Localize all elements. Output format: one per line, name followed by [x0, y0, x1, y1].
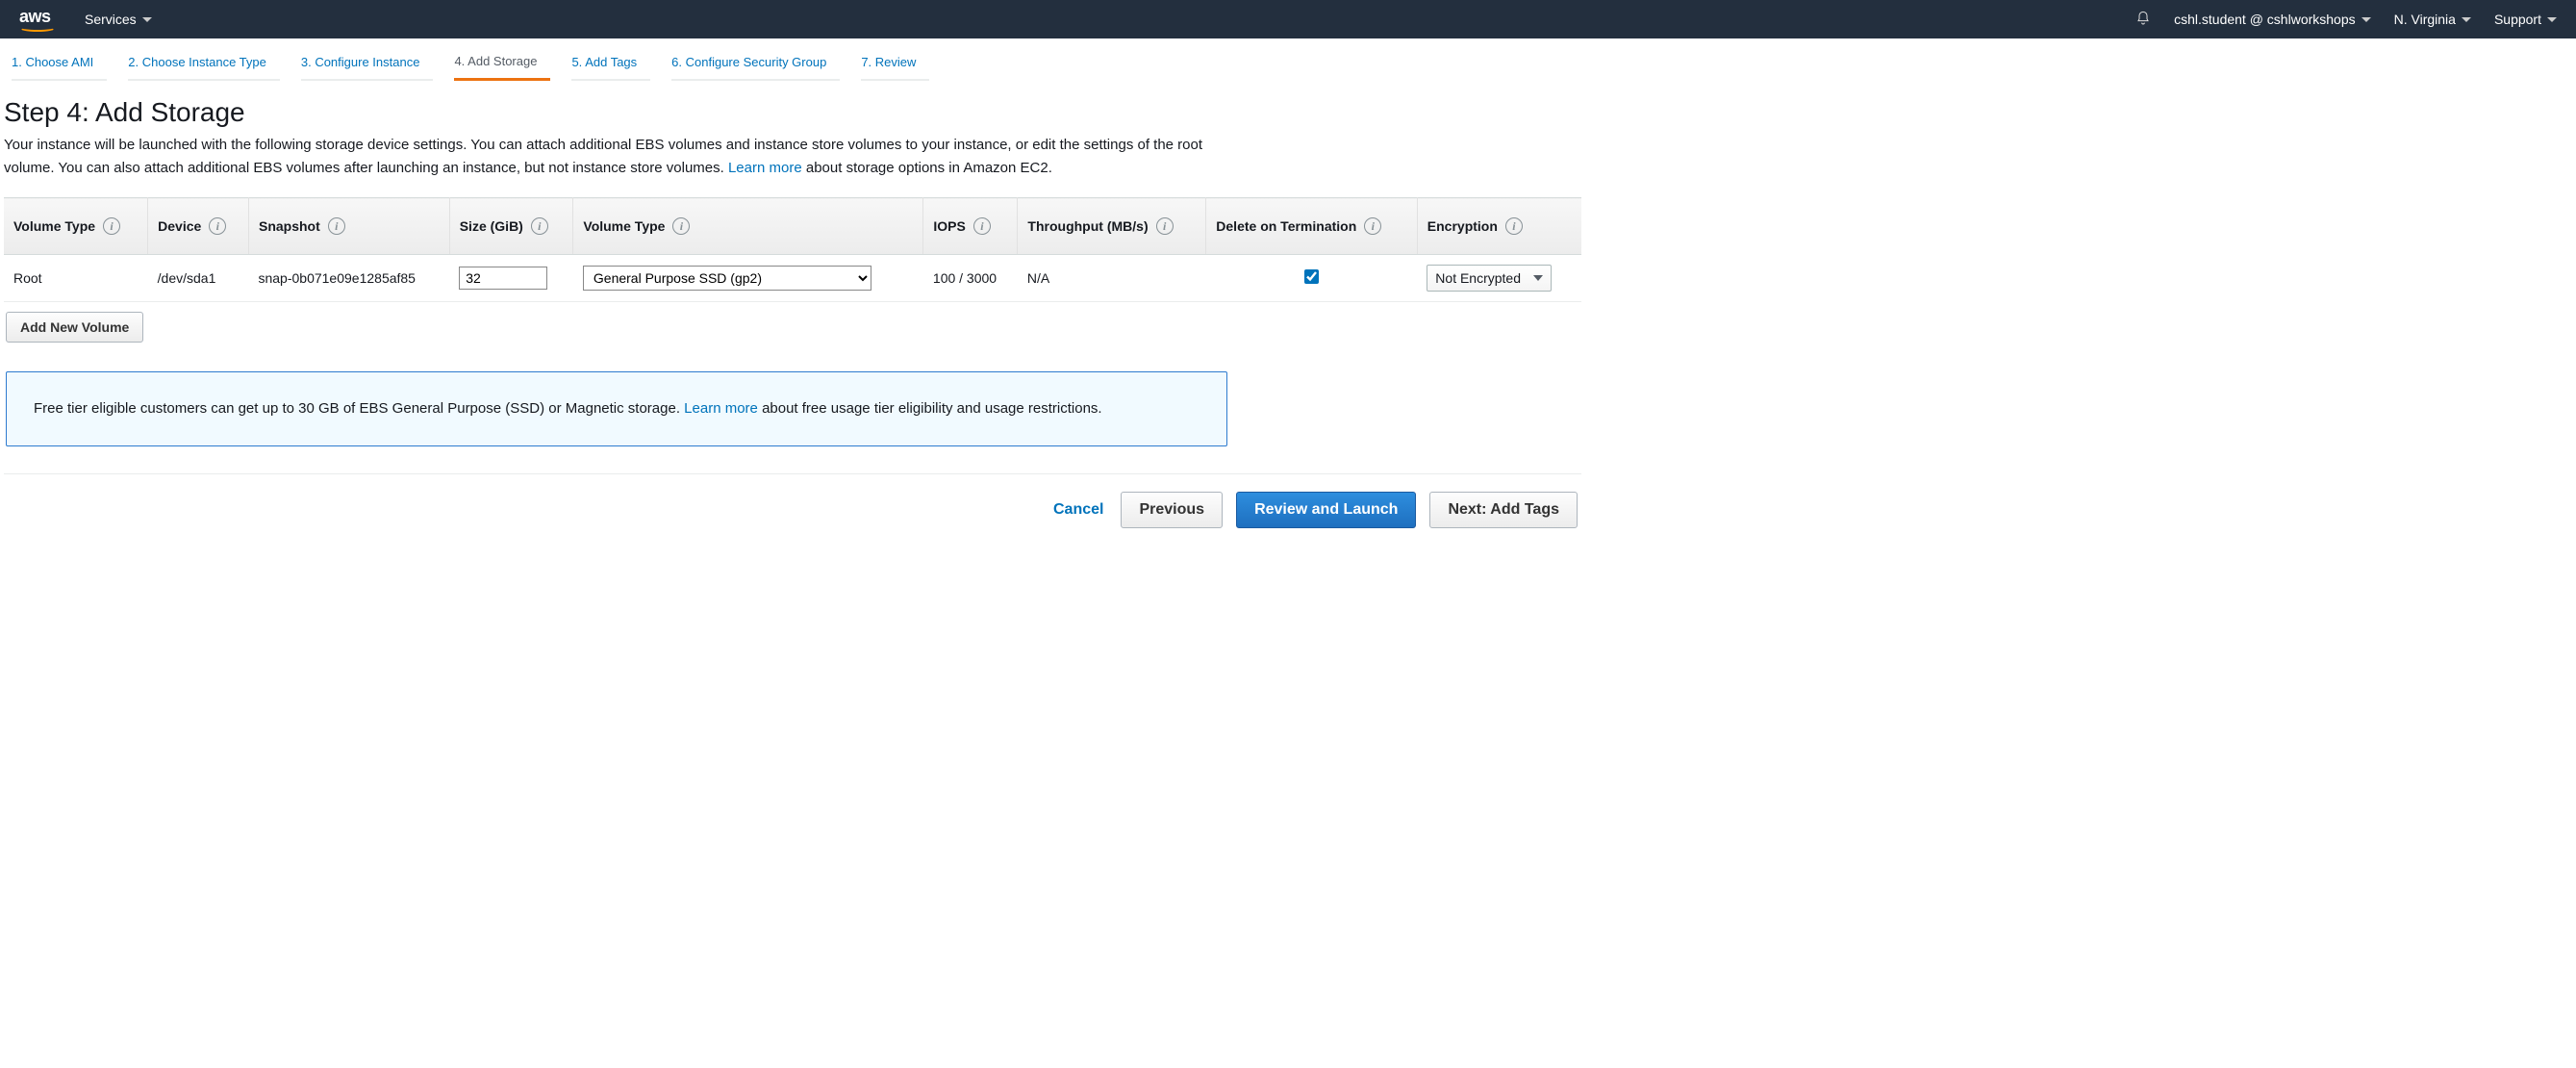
volume-type-select[interactable]: General Purpose SSD (gp2)	[583, 266, 871, 291]
info-icon[interactable]: i	[1156, 217, 1174, 235]
infobox-text-b: about free usage tier eligibility and us…	[762, 400, 1102, 417]
previous-button[interactable]: Previous	[1121, 492, 1223, 528]
account-menu[interactable]: cshl.student @ cshlworkshops	[2174, 12, 2371, 27]
review-and-launch-button[interactable]: Review and Launch	[1236, 492, 1416, 528]
size-input[interactable]	[459, 267, 547, 290]
col-iops: IOPS	[933, 218, 965, 234]
step-review[interactable]: 7. Review	[861, 49, 929, 81]
step-configure-security-group[interactable]: 6. Configure Security Group	[671, 49, 840, 81]
col-volume-type: Volume Type	[583, 218, 665, 234]
step-add-storage: 4. Add Storage	[454, 48, 550, 81]
step-configure-instance[interactable]: 3. Configure Instance	[301, 49, 434, 81]
cancel-button[interactable]: Cancel	[1049, 494, 1107, 526]
caret-down-icon	[2462, 17, 2471, 22]
top-nav: aws Services cshl.student @ cshlworkshop…	[0, 0, 2576, 38]
region-label: N. Virginia	[2394, 12, 2456, 27]
storage-table: Volume Typei Devicei Snapshoti Size (GiB…	[4, 197, 1581, 302]
info-icon[interactable]: i	[672, 217, 690, 235]
row-iops: 100 / 3000	[923, 255, 1018, 302]
support-menu[interactable]: Support	[2494, 12, 2557, 27]
account-label: cshl.student @ cshlworkshops	[2174, 12, 2356, 27]
col-delete-on-term: Delete on Termination	[1216, 218, 1356, 234]
caret-down-icon	[2361, 17, 2371, 22]
bell-icon	[2135, 11, 2151, 26]
caret-down-icon	[1533, 275, 1543, 281]
learn-more-link[interactable]: Learn more	[728, 160, 802, 176]
col-snapshot: Snapshot	[259, 218, 320, 234]
encryption-select[interactable]: Not Encrypted	[1427, 265, 1552, 292]
info-icon[interactable]: i	[1364, 217, 1381, 235]
step-choose-ami[interactable]: 1. Choose AMI	[12, 49, 107, 81]
support-label: Support	[2494, 12, 2541, 27]
delete-on-term-checkbox[interactable]	[1304, 269, 1319, 284]
encryption-value: Not Encrypted	[1435, 270, 1521, 286]
notifications-button[interactable]	[2135, 11, 2151, 29]
add-new-volume-button[interactable]: Add New Volume	[6, 312, 143, 343]
info-icon[interactable]: i	[103, 217, 120, 235]
aws-logo-text: aws	[19, 7, 56, 27]
table-header-row: Volume Typei Devicei Snapshoti Size (GiB…	[4, 198, 1581, 255]
step-add-tags[interactable]: 5. Add Tags	[571, 49, 650, 81]
row-kind: Root	[4, 255, 148, 302]
infobox-text-a: Free tier eligible customers can get up …	[34, 400, 684, 417]
info-icon[interactable]: i	[209, 217, 226, 235]
info-icon[interactable]: i	[1505, 217, 1523, 235]
info-icon[interactable]: i	[973, 217, 991, 235]
step-choose-instance-type[interactable]: 2. Choose Instance Type	[128, 49, 280, 81]
main-content: Step 4: Add Storage Your instance will b…	[0, 82, 2576, 551]
aws-logo[interactable]: aws	[19, 7, 56, 32]
footer-buttons: Cancel Previous Review and Launch Next: …	[4, 473, 1581, 551]
col-encryption: Encryption	[1427, 218, 1498, 234]
col-size: Size (GiB)	[460, 218, 523, 234]
next-add-tags-button[interactable]: Next: Add Tags	[1429, 492, 1578, 528]
row-throughput: N/A	[1018, 255, 1206, 302]
caret-down-icon	[2547, 17, 2557, 22]
table-row: Root /dev/sda1 snap-0b071e09e1285af85 Ge…	[4, 255, 1581, 302]
info-icon[interactable]: i	[531, 217, 548, 235]
region-menu[interactable]: N. Virginia	[2394, 12, 2471, 27]
free-tier-infobox: Free tier eligible customers can get up …	[6, 371, 1227, 446]
services-label: Services	[85, 12, 137, 27]
info-icon[interactable]: i	[328, 217, 345, 235]
services-menu[interactable]: Services	[85, 12, 152, 27]
row-device: /dev/sda1	[148, 255, 249, 302]
page-intro: Your instance will be launched with the …	[4, 134, 1216, 180]
wizard-steps: 1. Choose AMI 2. Choose Instance Type 3.…	[0, 38, 2576, 82]
infobox-learn-more-link[interactable]: Learn more	[684, 400, 758, 417]
caret-down-icon	[142, 17, 152, 22]
col-device: Device	[158, 218, 201, 234]
col-throughput: Throughput (MB/s)	[1027, 218, 1148, 234]
row-snapshot: snap-0b071e09e1285af85	[248, 255, 449, 302]
col-volume-kind: Volume Type	[13, 218, 95, 234]
intro-text-b: about storage options in Amazon EC2.	[806, 160, 1052, 176]
page-title: Step 4: Add Storage	[4, 97, 2572, 128]
